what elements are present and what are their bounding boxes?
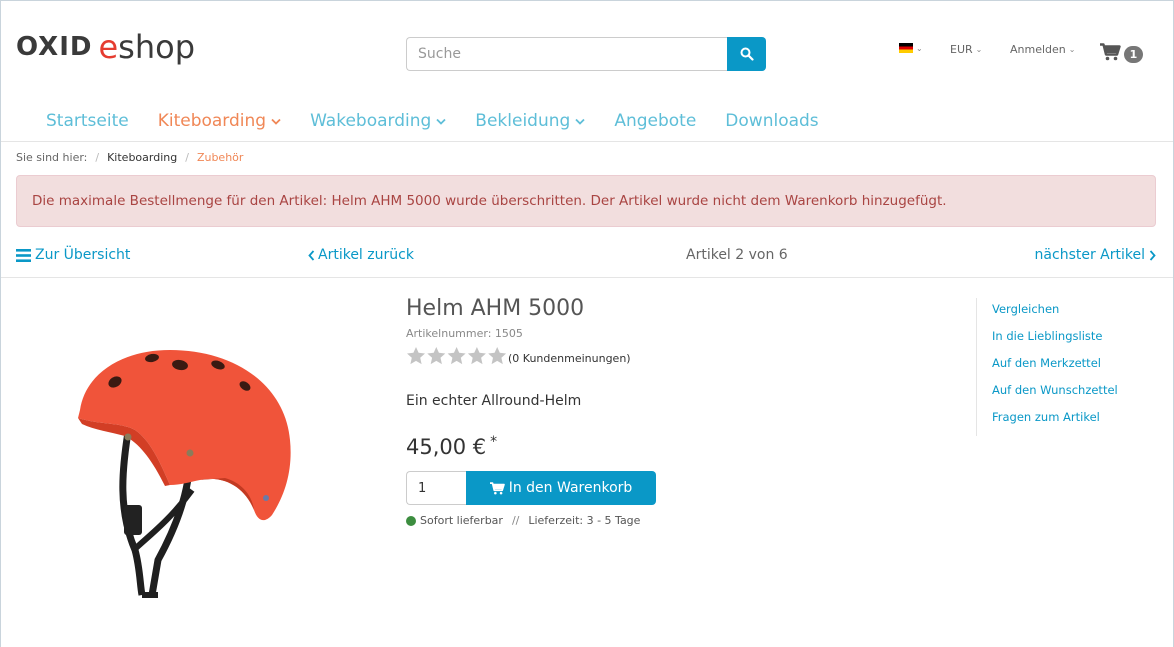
product-pager: Zur Übersicht Artikel zurück Artikel 2 v…	[16, 247, 1156, 267]
prev-label: Artikel zurück	[318, 247, 414, 263]
star-icon	[407, 347, 506, 365]
divider	[1, 277, 1173, 278]
next-article-link[interactable]: nächster Artikel	[1035, 247, 1156, 263]
search-button[interactable]	[727, 37, 766, 71]
minibasket-button[interactable]: 1	[1100, 40, 1143, 63]
search-input[interactable]	[406, 37, 727, 71]
breadcrumb-item-current[interactable]: Zubehör	[197, 151, 243, 164]
quantity-input[interactable]	[406, 471, 466, 505]
alert-message: Die maximale Bestellmenge für den Artike…	[32, 193, 947, 209]
nav-item-bekleidung[interactable]: Bekleidung	[475, 111, 585, 131]
chevron-down-icon	[575, 118, 585, 125]
divider	[1, 141, 1173, 142]
rating-stars[interactable]: (0 Kundenmeinungen)	[406, 346, 631, 366]
stock-status: Sofort lieferbar	[420, 514, 503, 527]
currency-selector[interactable]: EUR ⌄	[950, 43, 982, 56]
notice-list-link[interactable]: Auf den Merkzettel	[992, 352, 1156, 379]
chevron-down-icon	[436, 118, 446, 125]
chevron-down-icon: ⌄	[975, 45, 983, 54]
back-label: Zur Übersicht	[35, 247, 131, 263]
chevron-down-icon: ⌄	[916, 43, 923, 53]
logo-oxid: OXID	[16, 32, 93, 62]
previous-article-link[interactable]: Artikel zurück	[308, 247, 414, 263]
separator: //	[511, 514, 520, 527]
breadcrumb-label: Sie sind hier:	[16, 151, 88, 164]
error-alert: Die maximale Bestellmenge für den Artike…	[16, 175, 1156, 227]
product-short-description: Ein echter Allround-Helm	[406, 393, 582, 409]
wishlist-link[interactable]: Auf den Wunschzettel	[992, 379, 1156, 406]
favorites-link[interactable]: In die Lieblingsliste	[992, 325, 1156, 352]
add-to-cart-label: In den Warenkorb	[508, 480, 633, 496]
cart-count-badge: 1	[1124, 46, 1143, 63]
search-icon	[740, 47, 754, 61]
product-title: Helm AHM 5000	[406, 296, 585, 321]
list-icon	[16, 248, 31, 262]
breadcrumb-separator: /	[185, 151, 189, 164]
nav-item-angebote[interactable]: Angebote	[614, 111, 696, 131]
article-number: Artikelnummer: 1505	[406, 327, 523, 340]
breadcrumb: Sie sind hier: / Kiteboarding / Zubehör	[16, 151, 243, 164]
shopping-cart-icon	[489, 481, 505, 494]
nav-item-wakeboarding[interactable]: Wakeboarding	[310, 111, 446, 131]
german-flag-icon	[899, 43, 913, 53]
login-dropdown[interactable]: Anmelden ⌄	[1010, 43, 1075, 56]
price-value: 45,00 €	[406, 435, 487, 459]
nav-item-label: Bekleidung	[475, 111, 571, 131]
review-count[interactable]: (0 Kundenmeinungen)	[508, 352, 631, 365]
price-footnote: *	[490, 434, 498, 450]
nav-item-kiteboarding[interactable]: Kiteboarding	[158, 111, 281, 131]
currency-label: EUR	[950, 43, 973, 56]
shop-logo[interactable]: OXID e shop	[16, 30, 195, 64]
nav-item-label: Angebote	[614, 111, 697, 131]
compare-link[interactable]: Vergleichen	[992, 298, 1156, 325]
back-to-overview-link[interactable]: Zur Übersicht	[16, 247, 130, 263]
stock-status-icon	[406, 515, 416, 526]
language-selector[interactable]: ⌄	[899, 43, 923, 53]
login-label: Anmelden	[1010, 43, 1066, 56]
ask-question-link[interactable]: Fragen zum Artikel	[992, 406, 1156, 433]
logo-e: e	[98, 28, 119, 66]
logo-shop: shop	[118, 28, 196, 66]
nav-item-label: Downloads	[725, 111, 819, 131]
article-position: Artikel 2 von 6	[686, 247, 788, 263]
product-price: 45,00 € *	[406, 434, 497, 459]
nav-item-label: Wakeboarding	[310, 111, 432, 131]
nav-item-startseite[interactable]: Startseite	[46, 111, 129, 131]
nav-item-label: Startseite	[46, 111, 129, 131]
shopping-cart-icon	[1100, 42, 1121, 60]
stock-info: Sofort lieferbar // Lieferzeit: 3 - 5 Ta…	[406, 514, 640, 527]
delivery-time: Lieferzeit: 3 - 5 Tage	[528, 514, 641, 527]
add-to-cart-button[interactable]: In den Warenkorb	[466, 471, 656, 505]
chevron-right-icon	[1149, 249, 1156, 261]
product-actions: Vergleichen In die Lieblingsliste Auf de…	[976, 298, 1156, 436]
search-form	[406, 37, 766, 71]
nav-item-downloads[interactable]: Downloads	[725, 111, 818, 131]
main-navigation: Startseite Kiteboarding Wakeboarding Bek…	[46, 111, 848, 131]
chevron-down-icon	[271, 118, 281, 125]
chevron-down-icon: ⌄	[1068, 45, 1076, 54]
product-image-helmet[interactable]	[40, 310, 330, 610]
next-label: nächster Artikel	[1034, 247, 1145, 263]
breadcrumb-separator: /	[95, 151, 100, 164]
nav-item-label: Kiteboarding	[157, 111, 267, 131]
chevron-left-icon	[308, 249, 315, 261]
breadcrumb-item-kiteboarding[interactable]: Kiteboarding	[107, 151, 177, 164]
